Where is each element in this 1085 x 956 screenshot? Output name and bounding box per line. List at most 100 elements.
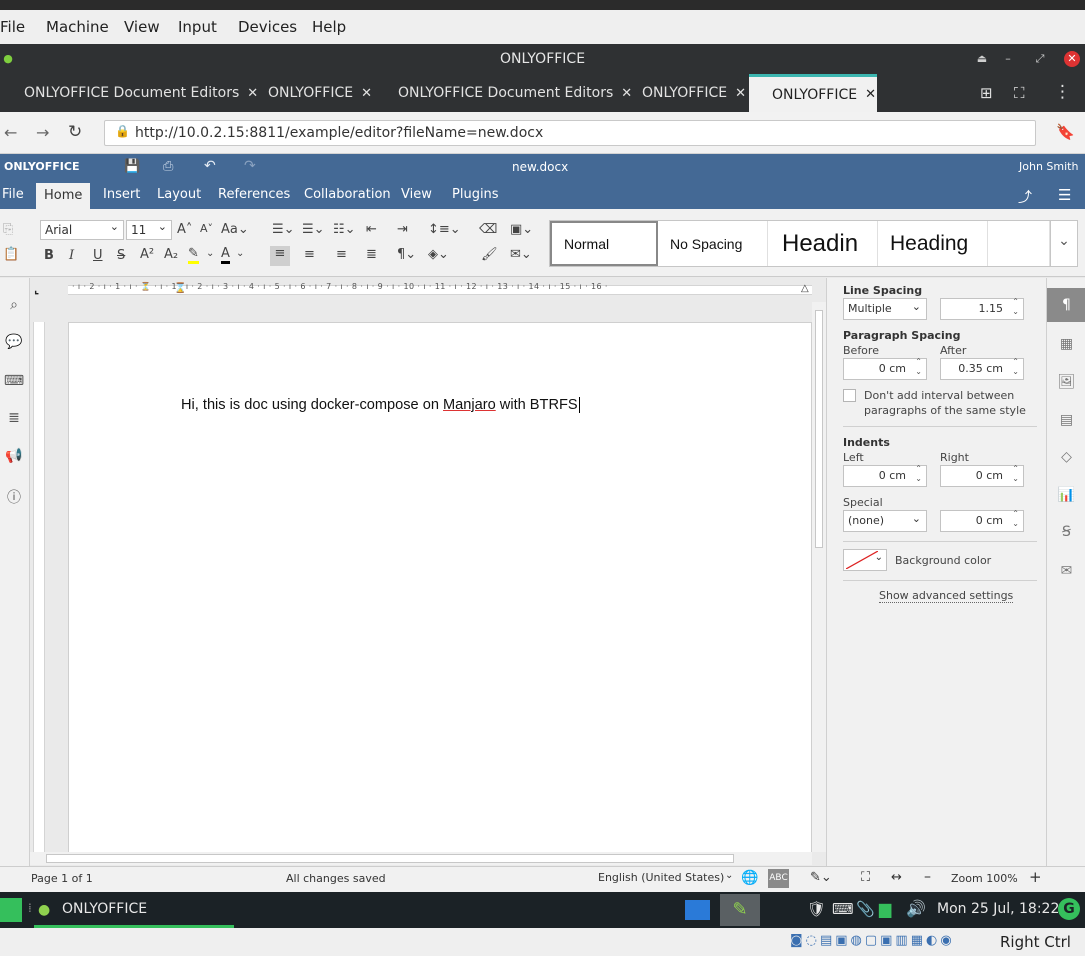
- feedback-icon[interactable]: 📢: [3, 448, 25, 468]
- comments-icon[interactable]: 💬: [3, 334, 25, 354]
- special-indent-input[interactable]: 0 cm: [940, 509, 1024, 532]
- fit-page-icon[interactable]: ⛶: [861, 870, 870, 885]
- image-settings-icon[interactable]: 🖼: [1047, 365, 1085, 399]
- browser-menu-icon[interactable]: ⋮: [1054, 82, 1071, 102]
- color-scheme-icon[interactable]: ▣⌄: [510, 222, 533, 237]
- line-spacing-value-input[interactable]: 1.15: [940, 297, 1024, 320]
- forward-icon[interactable]: →: [36, 123, 49, 142]
- user-name[interactable]: John Smith: [1019, 160, 1078, 173]
- fullscreen-icon[interactable]: ⛶: [1014, 84, 1025, 102]
- tab-collaboration[interactable]: Collaboration: [296, 181, 399, 209]
- url-input[interactable]: 🔒 http://10.0.2.15:8811/example/editor?f…: [104, 120, 1036, 146]
- show-advanced-settings-link[interactable]: Show advanced settings: [879, 589, 1014, 603]
- document-paragraph[interactable]: Hi, this is doc using docker-compose on …: [181, 397, 580, 413]
- tab-close-icon[interactable]: ✕: [735, 86, 746, 101]
- tab-plugins[interactable]: Plugins: [444, 181, 507, 209]
- tab-layout[interactable]: Layout: [149, 181, 209, 209]
- multilevel-list-icon[interactable]: ☷⌄: [333, 222, 356, 237]
- vbox-device-icons[interactable]: ◙◌▤▣◍▢▣▥▦◐◉: [790, 933, 955, 948]
- decrease-indent-icon[interactable]: ⇤: [366, 222, 377, 237]
- background-color-picker[interactable]: ⌄: [843, 549, 887, 571]
- style-heading-2[interactable]: Heading: [878, 221, 988, 266]
- navigation-icon[interactable]: ≣: [3, 410, 25, 430]
- clear-style-icon[interactable]: ⌫: [479, 222, 497, 237]
- eject-icon[interactable]: ⏏: [974, 51, 990, 67]
- mail-merge-icon[interactable]: ✉⌄: [510, 247, 532, 262]
- highlight-icon[interactable]: ✎: [188, 246, 199, 264]
- about-icon[interactable]: ⓘ: [3, 487, 25, 507]
- keyboard-icon[interactable]: ⌨: [832, 900, 854, 918]
- open-location-icon[interactable]: ⤴: [1018, 187, 1032, 207]
- indent-right-input[interactable]: 0 cm: [940, 464, 1024, 487]
- justify-icon[interactable]: ≣: [366, 247, 377, 262]
- power-icon[interactable]: G: [1058, 898, 1080, 920]
- bold-icon[interactable]: B: [44, 248, 54, 263]
- spacing-after-input[interactable]: 0.35 cm: [940, 357, 1024, 380]
- table-settings-icon[interactable]: ▦: [1047, 327, 1085, 361]
- font-size-select[interactable]: 11: [126, 218, 172, 240]
- tab-close-icon[interactable]: ✕: [247, 86, 258, 101]
- tab-home[interactable]: Home: [36, 183, 91, 209]
- style-empty[interactable]: [988, 221, 1050, 266]
- tab-view[interactable]: View: [393, 181, 440, 209]
- page-count[interactable]: Page 1 of 1: [31, 872, 93, 885]
- font-color-icon[interactable]: A: [221, 246, 230, 264]
- zoom-in-icon[interactable]: +: [1029, 868, 1042, 886]
- copy-style-icon[interactable]: 🖌: [481, 247, 498, 262]
- style-normal[interactable]: Normal: [550, 221, 658, 266]
- spellcheck-icon[interactable]: ABC: [768, 869, 789, 888]
- vbox-menu-help[interactable]: Help: [312, 18, 358, 36]
- first-line-indent-marker[interactable]: ⌛: [174, 283, 186, 294]
- browser-tab-active[interactable]: ONLYOFFICE ✕: [749, 74, 877, 112]
- hamburger-menu-icon[interactable]: ☰: [1058, 186, 1071, 204]
- minimize-icon[interactable]: –: [1000, 51, 1016, 67]
- increase-font-icon[interactable]: A˄: [177, 222, 192, 237]
- bullets-icon[interactable]: ☰⌄: [272, 222, 295, 237]
- nonprinting-chars-icon[interactable]: ¶⌄: [397, 247, 416, 262]
- reload-icon[interactable]: ↻: [68, 122, 82, 142]
- vbox-menu-input[interactable]: Input: [178, 18, 229, 36]
- font-name-select[interactable]: Arial: [40, 218, 124, 240]
- browser-tab[interactable]: ONLYOFFICE Document Editors ✕: [398, 74, 632, 112]
- print-icon[interactable]: ⎙: [163, 159, 173, 174]
- desktop-2-icon[interactable]: ✎: [720, 894, 760, 926]
- increase-indent-icon[interactable]: ⇥: [397, 222, 408, 237]
- tab-file[interactable]: File: [0, 181, 32, 209]
- vbox-menu-machine[interactable]: Machine: [46, 18, 121, 36]
- track-changes-icon[interactable]: ✎⌄: [810, 870, 832, 885]
- maximize-icon[interactable]: ⤢: [1032, 51, 1048, 67]
- line-spacing-mode-select[interactable]: Multiple: [843, 297, 927, 320]
- ruler-track[interactable]: · ı · 2 · ı · 1 · ı · ⏳ · ı · 1 · ı · 2 …: [68, 282, 812, 295]
- special-indent-select[interactable]: (none): [843, 509, 927, 532]
- search-icon[interactable]: ⌕: [3, 297, 25, 317]
- close-window-icon[interactable]: ✕: [1064, 51, 1080, 67]
- save-icon[interactable]: 💾: [124, 159, 140, 174]
- tab-close-icon[interactable]: ✕: [621, 86, 632, 101]
- document-page[interactable]: Hi, this is doc using docker-compose on …: [68, 322, 812, 854]
- clock[interactable]: Mon 25 Jul, 18:22: [937, 901, 1059, 917]
- vbox-menu-file[interactable]: File: [0, 18, 37, 36]
- strikethrough-icon[interactable]: S: [117, 248, 125, 263]
- paragraph-settings-icon[interactable]: ¶: [1047, 288, 1085, 322]
- vbox-menu-devices[interactable]: Devices: [238, 18, 309, 36]
- tab-close-icon[interactable]: ✕: [865, 87, 876, 102]
- italic-icon[interactable]: I: [69, 248, 74, 263]
- new-tab-icon[interactable]: ⊞: [980, 84, 993, 102]
- style-no-spacing[interactable]: No Spacing: [658, 221, 768, 266]
- fit-width-icon[interactable]: ↔: [891, 870, 902, 885]
- bookmark-icon[interactable]: 🔖: [1056, 123, 1075, 141]
- dont-add-interval-checkbox[interactable]: [843, 389, 856, 402]
- zoom-out-icon[interactable]: –: [924, 869, 931, 885]
- chart-settings-icon[interactable]: 📊: [1047, 478, 1085, 512]
- tab-stop-icon[interactable]: ⌞: [34, 283, 39, 296]
- undo-icon[interactable]: ↶: [204, 158, 216, 174]
- spacing-before-input[interactable]: 0 cm: [843, 357, 927, 380]
- align-left-icon[interactable]: ≡: [270, 246, 290, 266]
- paste-icon[interactable]: 📋: [3, 247, 19, 262]
- browser-tab[interactable]: ONLYOFFICE ✕: [268, 74, 372, 112]
- header-footer-icon[interactable]: ▤: [1047, 403, 1085, 437]
- volume-icon[interactable]: 🔊: [906, 899, 926, 918]
- shield-icon[interactable]: 🛡: [807, 900, 826, 918]
- browser-tab[interactable]: ONLYOFFICE Document Editors ✕: [24, 74, 258, 112]
- browser-tab[interactable]: ONLYOFFICE ✕: [642, 74, 746, 112]
